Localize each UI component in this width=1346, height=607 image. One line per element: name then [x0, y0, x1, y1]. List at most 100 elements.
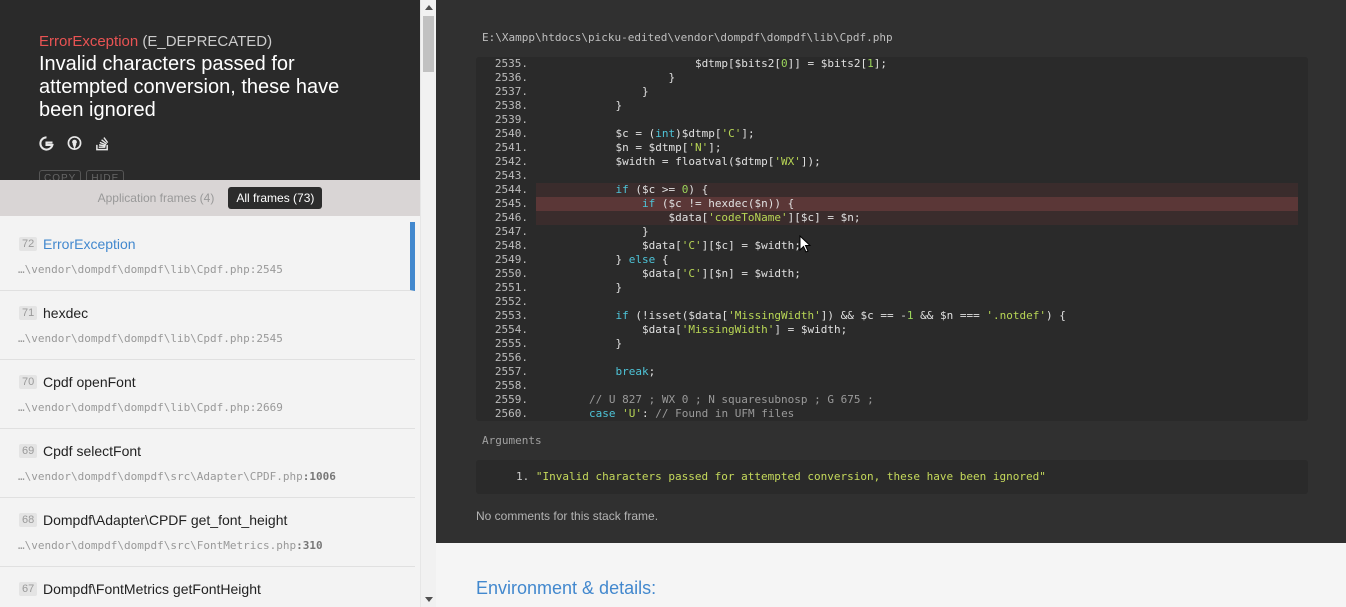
- exception-type: ErrorException (E_DEPRECATED): [39, 33, 272, 50]
- frame-file: …\vendor\dompdf\dompdf\lib\Cpdf.php:2545: [18, 263, 283, 276]
- code-text: }: [536, 71, 676, 84]
- code-text: break;: [615, 365, 656, 378]
- code-line: 2542. $width = floatval($dtmp['WX']);: [476, 155, 1308, 169]
- frame-index: 68: [19, 513, 38, 527]
- comments-text: No comments for this stack frame.: [476, 509, 659, 523]
- code-line: 2538. }: [476, 99, 1308, 113]
- exception-header: ErrorException (E_DEPRECATED) Invalid ch…: [0, 0, 420, 180]
- code-text: $data['C'][$c] = $width;: [536, 239, 801, 252]
- scroll-up-icon[interactable]: [425, 5, 433, 10]
- frames-list: 72 ErrorException …\vendor\dompdf\dompdf…: [0, 222, 415, 607]
- tab-all-frames[interactable]: All frames (73): [228, 187, 323, 209]
- line-number: 2537.: [494, 85, 528, 98]
- code-text: if (!isset($data['MissingWidth']) && $c …: [615, 309, 1066, 322]
- code-line: 2537. }: [476, 85, 1308, 99]
- code-text: if ($c >= 0) {: [615, 183, 709, 196]
- frame-function: hexdec: [43, 305, 89, 321]
- line-number: 2544.: [494, 183, 528, 196]
- code-line: 2557. break;: [476, 365, 1308, 379]
- exception-severity: (E_DEPRECATED): [138, 33, 273, 50]
- line-number: 2555.: [494, 337, 528, 350]
- code-text: $n = $dtmp['N'];: [536, 141, 722, 154]
- mouse-cursor-icon: [799, 234, 812, 253]
- code-line: 2535. $dtmp[$bits2[0]] = $bits2[1];: [476, 57, 1308, 71]
- left-panel: ErrorException (E_DEPRECATED) Invalid ch…: [0, 0, 420, 607]
- frame-file: …\vendor\dompdf\dompdf\src\Adapter\CPDF.…: [18, 470, 336, 483]
- code-line: 2560. case 'U': // Found in UFM files: [476, 407, 1308, 421]
- code-line: 2540. $c = (int)$dtmp['C'];: [476, 127, 1308, 141]
- scrollbar-thumb[interactable]: [423, 16, 434, 72]
- line-number: 2546.: [494, 211, 528, 224]
- frame-details-panel: E:\Xampp\htdocs\picku-edited\vendor\domp…: [436, 0, 1346, 543]
- frame-item[interactable]: 72 ErrorException …\vendor\dompdf\dompdf…: [0, 222, 415, 291]
- code-line: 2541. $n = $dtmp['N'];: [476, 141, 1308, 155]
- code-text: }: [536, 99, 623, 112]
- line-number: 2560.: [494, 407, 528, 420]
- hide-button[interactable]: HIDE: [86, 170, 125, 180]
- google-icon[interactable]: [39, 135, 54, 151]
- arguments-label: Arguments: [482, 434, 542, 447]
- header-buttons: COPY HIDE: [39, 170, 125, 180]
- code-line: 2536. }: [476, 71, 1308, 85]
- line-number: 2538.: [494, 99, 528, 112]
- line-number: 2558.: [494, 379, 528, 392]
- argument-item: 1. "Invalid characters passed for attemp…: [516, 470, 1046, 483]
- code-line: 2552.: [476, 295, 1308, 309]
- exception-message: Invalid characters passed for attempted …: [39, 53, 340, 121]
- code-line: 2539.: [476, 113, 1308, 127]
- code-line: 2553. if (!isset($data['MissingWidth']) …: [476, 309, 1308, 323]
- stackoverflow-icon[interactable]: [95, 135, 110, 151]
- frame-item[interactable]: 71 hexdec …\vendor\dompdf\dompdf\lib\Cpd…: [0, 291, 415, 360]
- line-number: 2552.: [494, 295, 528, 308]
- tab-application-frames[interactable]: Application frames (4): [98, 191, 215, 205]
- frame-item[interactable]: 70 Cpdf openFont …\vendor\dompdf\dompdf\…: [0, 360, 415, 429]
- environment-title: Environment & details:: [476, 578, 657, 598]
- frames-filter-tabs: Application frames (4) All frames (73): [0, 180, 420, 216]
- scroll-down-icon[interactable]: [425, 597, 433, 602]
- line-number: 2559.: [494, 393, 528, 406]
- code-text: }: [536, 281, 623, 294]
- code-line: 2546. $data['codeToName'][$c] = $n;: [476, 211, 1308, 225]
- line-number: 2554.: [494, 323, 528, 336]
- code-text: $c = (int)$dtmp['C'];: [536, 127, 755, 140]
- code-text: $data['MissingWidth'] = $width;: [536, 323, 848, 336]
- code-line: 2558.: [476, 379, 1308, 393]
- line-number: 2536.: [494, 71, 528, 84]
- line-number: 2539.: [494, 113, 528, 126]
- code-line: 2555. }: [476, 337, 1308, 351]
- arguments-box: 1. "Invalid characters passed for attemp…: [476, 460, 1308, 494]
- line-number: 2540.: [494, 127, 528, 140]
- frame-index: 67: [19, 582, 38, 596]
- code-file-path: E:\Xampp\htdocs\picku-edited\vendor\domp…: [482, 31, 893, 44]
- line-number: 2541.: [494, 141, 528, 154]
- frame-item[interactable]: 67 Dompdf\FontMetrics getFontHeight: [0, 567, 415, 607]
- line-number: 2550.: [494, 267, 528, 280]
- line-number: 2549.: [494, 253, 528, 266]
- code-line: 2554. $data['MissingWidth'] = $width;: [476, 323, 1308, 337]
- line-number: 2548.: [494, 239, 528, 252]
- frame-item[interactable]: 69 Cpdf selectFont …\vendor\dompdf\dompd…: [0, 429, 415, 498]
- environment-section: Environment & details:: [436, 543, 1346, 607]
- frames-scrollbar[interactable]: [420, 0, 436, 607]
- frame-function: Cpdf openFont: [43, 374, 136, 390]
- code-line: 2549. } else {: [476, 253, 1308, 267]
- line-number: 2553.: [494, 309, 528, 322]
- search-icons: [39, 135, 110, 151]
- duckduckgo-icon[interactable]: [67, 135, 82, 151]
- frame-item[interactable]: 68 Dompdf\Adapter\CPDF get_font_height ……: [0, 498, 415, 567]
- code-line: 2547. }: [476, 225, 1308, 239]
- code-text: }: [536, 225, 649, 238]
- frame-index: 70: [19, 375, 38, 389]
- frame-function: Cpdf selectFont: [43, 443, 142, 459]
- copy-button[interactable]: COPY: [39, 170, 82, 180]
- code-text: }: [536, 337, 623, 350]
- exception-class: ErrorException: [39, 33, 139, 50]
- code-line: 2545. if ($c != hexdec($n)) {: [476, 197, 1308, 211]
- code-block: 2535. $dtmp[$bits2[0]] = $bits2[1]; 2536.…: [476, 57, 1308, 421]
- frame-function: Dompdf\FontMetrics getFontHeight: [43, 581, 261, 597]
- frame-index: 72: [19, 237, 38, 251]
- frame-file: …\vendor\dompdf\dompdf\src\FontMetrics.p…: [18, 539, 323, 552]
- line-number: 2535.: [494, 57, 528, 70]
- code-line: 2551. }: [476, 281, 1308, 295]
- code-line: 2559. // U 827 ; WX 0 ; N squaresubnosp …: [476, 393, 1308, 407]
